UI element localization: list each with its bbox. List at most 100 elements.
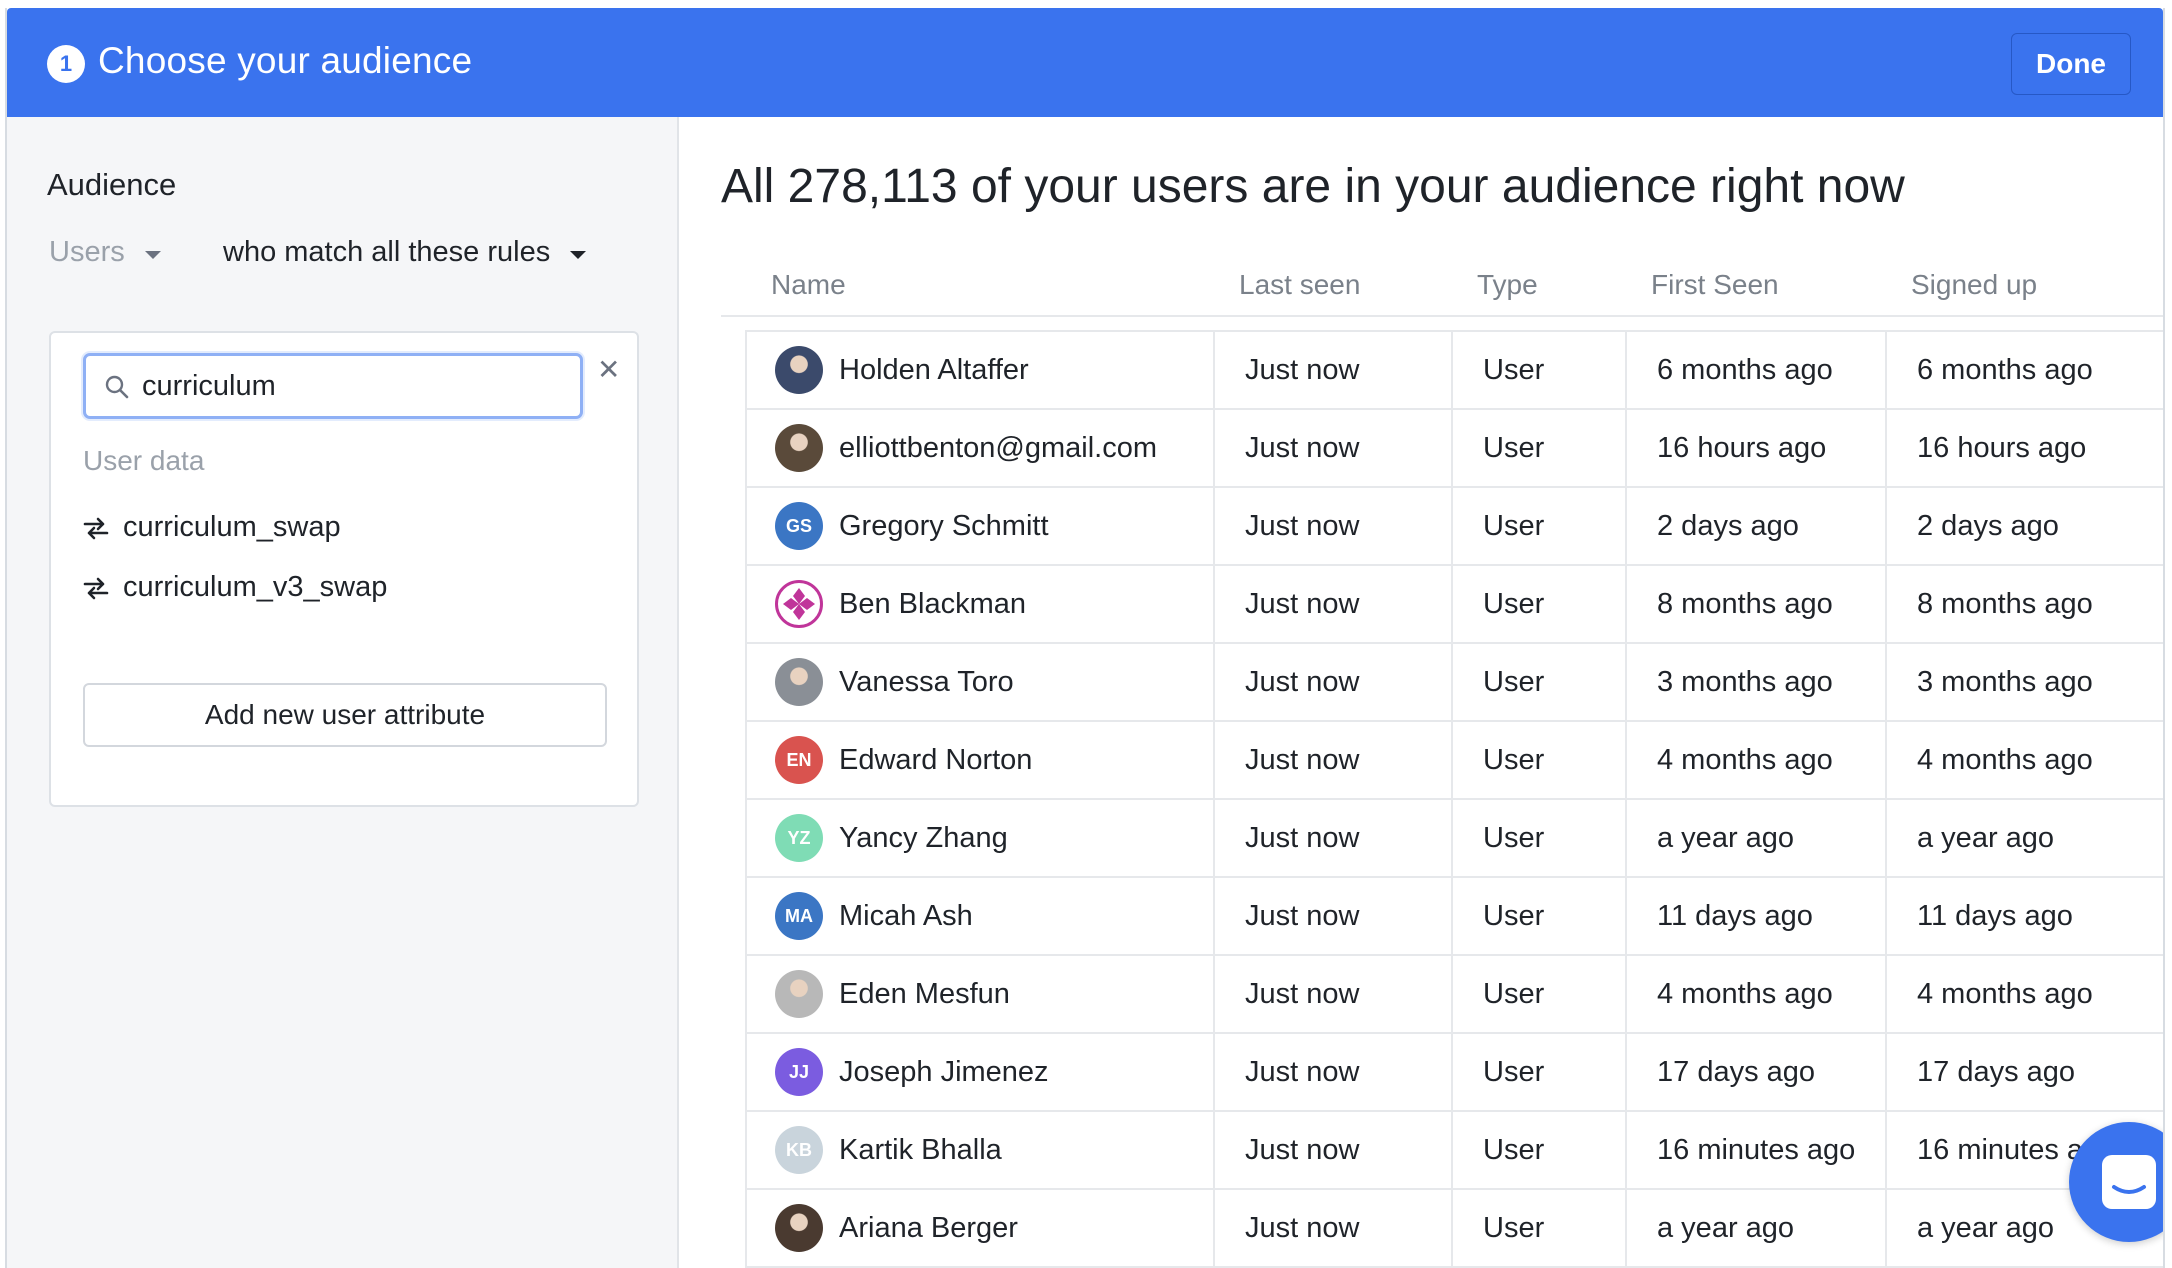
last-seen-cell: Just now [1215,410,1453,486]
avatar: YZ [775,814,823,862]
table-row[interactable]: EN Edward Norton Just now User 4 months ago 4… [747,722,2163,800]
type-cell: User [1453,566,1627,642]
last-seen-cell: Just now [1215,722,1453,798]
last-seen-cell: Just now [1215,1190,1453,1266]
name-cell: JJ Joseph Jimenez [747,1034,1215,1110]
entity-type-dropdown[interactable]: Users [49,236,161,269]
name-cell: Ariana Berger [747,1190,1215,1266]
table-row[interactable]: MA Micah Ash Just now User 11 days ago 11 day… [747,878,2163,956]
table-row[interactable]: YZ Yancy Zhang Just now User a year ago a yea… [747,800,2163,878]
name-cell: elliottbenton@gmail.com [747,410,1215,486]
table-row[interactable]: Eden Mesfun Just now User 4 months ago 4 mon… [747,956,2163,1034]
attribute-search-input[interactable] [142,366,562,406]
audience-sidebar: Audience Users who match all these rules… [7,117,679,1268]
signed-up-cell: a year ago [1917,821,2055,854]
table-row[interactable]: elliottbenton@gmail.com Just now User 16 ho… [747,410,2163,488]
first-seen-cell: 4 months ago [1627,722,1887,798]
table-header: Name Last seen Type First Seen Signed up [721,259,2163,317]
table-row[interactable]: Ben Blackman Just now User 8 months ago 8 mo… [747,566,2163,644]
table-row[interactable]: JJ Joseph Jimenez Just now User 17 days ago 1… [747,1034,2163,1112]
column-header-name[interactable]: Name [771,269,846,301]
type-cell: User [1453,878,1627,954]
done-button[interactable]: Done [2011,33,2131,95]
attribute-option-curriculum-v3-swap[interactable]: curriculum_v3_swap [83,571,387,604]
name-cell: GS Gregory Schmitt [747,488,1215,564]
type-cell: User [1453,644,1627,720]
name-cell: EN Edward Norton [747,722,1215,798]
name-cell: Eden Mesfun [747,956,1215,1032]
type-cell: User [1453,956,1627,1032]
first-seen-cell: 4 months ago [1627,956,1887,1032]
signed-up-cell: 4 months ago [1917,743,2093,776]
signed-up-cell: 16 hours ago [1917,431,2087,464]
user-name[interactable]: Vanessa Toro [839,666,1014,699]
attribute-option-label: curriculum_v3_swap [123,571,388,603]
column-header-first-seen[interactable]: First Seen [1651,269,1779,301]
attribute-option-curriculum-swap[interactable]: curriculum_swap [83,511,341,544]
swap-icon [83,577,109,599]
modal-title: Choose your audience [98,40,473,81]
rule-match-label: who match all these rules [223,236,551,268]
avatar: EN [775,736,823,784]
table-row[interactable]: Holden Altaffer Just now User 6 months ago 6… [747,332,2163,410]
table-row[interactable]: Vanessa Toro Just now User 3 months ago 3 mo… [747,644,2163,722]
avatar [775,1204,823,1252]
user-name[interactable]: Kartik Bhalla [839,1134,1002,1167]
user-name[interactable]: Micah Ash [839,900,973,933]
first-seen-cell: 11 days ago [1627,878,1887,954]
first-seen-cell: a year ago [1627,800,1887,876]
type-cell: User [1453,332,1627,408]
name-cell: KB Kartik Bhalla [747,1112,1215,1188]
table-row[interactable]: GS Gregory Schmitt Just now User 2 days ago 2… [747,488,2163,566]
filter-picker-card: ✕ User data curriculum_swap curriculum_v… [49,331,639,807]
user-name[interactable]: Ben Blackman [839,588,1026,621]
table-row[interactable]: KB Kartik Bhalla Just now User 16 minutes ag… [747,1112,2163,1190]
avatar: JJ [775,1048,823,1096]
avatar: MA [775,892,823,940]
table-row[interactable]: Ariana Berger Just now User a year ago a yea… [747,1190,2163,1268]
audience-modal: 1 Choose your audience Done Audience Use… [5,8,2165,1268]
signed-up-cell: 3 months ago [1917,665,2093,698]
avatar [775,580,823,628]
attribute-option-label: curriculum_swap [123,511,341,543]
column-header-last-seen[interactable]: Last seen [1239,269,1360,301]
first-seen-cell: 16 minutes ago [1627,1112,1887,1188]
type-cell: User [1453,1034,1627,1110]
avatar [775,424,823,472]
name-cell: Holden Altaffer [747,332,1215,408]
entity-type-label: Users [49,236,125,268]
signed-up-cell: 17 days ago [1917,1055,2076,1088]
type-cell: User [1453,722,1627,798]
column-header-type[interactable]: Type [1477,269,1538,301]
user-name[interactable]: Eden Mesfun [839,978,1010,1011]
last-seen-cell: Just now [1215,332,1453,408]
user-name[interactable]: Holden Altaffer [839,354,1029,387]
user-name[interactable]: Gregory Schmitt [839,510,1049,543]
attribute-search-box[interactable] [83,353,583,419]
close-icon[interactable]: ✕ [597,353,620,386]
user-name[interactable]: Joseph Jimenez [839,1056,1049,1089]
avatar: KB [775,1126,823,1174]
user-name[interactable]: Ariana Berger [839,1212,1018,1245]
type-cell: User [1453,488,1627,564]
type-cell: User [1453,800,1627,876]
type-cell: User [1453,410,1627,486]
rule-match-dropdown[interactable]: who match all these rules [223,236,587,269]
last-seen-cell: Just now [1215,956,1453,1032]
name-cell: Vanessa Toro [747,644,1215,720]
first-seen-cell: 6 months ago [1627,332,1887,408]
column-header-signed-up[interactable]: Signed up [1911,269,2037,301]
signed-up-cell: 2 days ago [1917,509,2059,542]
user-name[interactable]: elliottbenton@gmail.com [839,432,1157,465]
first-seen-cell: 2 days ago [1627,488,1887,564]
add-user-attribute-button[interactable]: Add new user attribute [83,683,607,747]
avatar [775,346,823,394]
modal-header: 1 Choose your audience Done [7,8,2163,117]
signed-up-cell: 11 days ago [1917,899,2073,932]
user-name[interactable]: Yancy Zhang [839,822,1008,855]
chevron-down-icon [144,250,161,259]
first-seen-cell: 17 days ago [1627,1034,1887,1110]
audience-heading: Audience [47,167,177,202]
user-name[interactable]: Edward Norton [839,744,1032,777]
last-seen-cell: Just now [1215,488,1453,564]
